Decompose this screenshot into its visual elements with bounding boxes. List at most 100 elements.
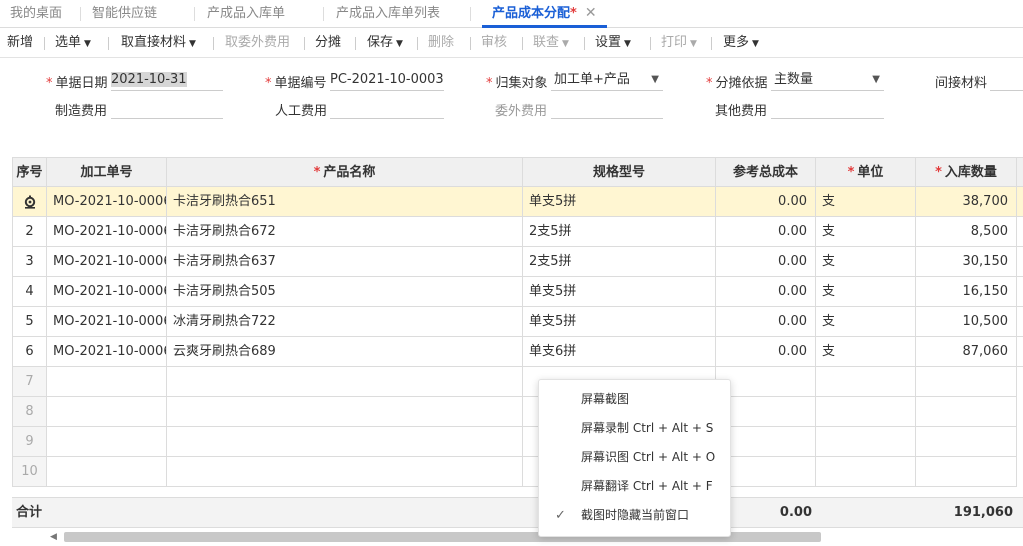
table-cell[interactable]: 0.00 [716, 247, 816, 277]
table-cell[interactable]: 2支5拼 [523, 217, 716, 247]
labor-field[interactable] [330, 99, 444, 119]
table-cell[interactable]: 0.00 [716, 187, 816, 217]
tab-product-cost-allocation[interactable]: 产品成本分配* ✕ [482, 0, 607, 28]
table-cell[interactable]: 0.00 [716, 307, 816, 337]
table-cell[interactable]: MO-2021-10-0006 [47, 277, 167, 307]
row-settings-icon[interactable] [12, 187, 47, 217]
table-cell[interactable] [916, 367, 1017, 397]
table-cell[interactable]: MO-2021-10-0006 [47, 247, 167, 277]
table-cell[interactable]: 支 [816, 337, 916, 367]
table-cell[interactable]: 支 [816, 217, 916, 247]
menu-item-screen-record[interactable]: 屏幕录制 Ctrl + Alt + S [539, 414, 732, 443]
table-cell[interactable]: 卡洁牙刷热合651 [167, 187, 523, 217]
fetch-outsourcing-fee-button[interactable]: 取委外费用 [225, 28, 290, 58]
table-cell[interactable]: 8,500 [916, 217, 1017, 247]
table-cell[interactable] [47, 397, 167, 427]
table-cell[interactable]: 16,150 [916, 277, 1017, 307]
table-cell[interactable]: 0.00 [716, 277, 816, 307]
basis-select[interactable]: 主数量 ▼ [771, 71, 884, 91]
header-unit[interactable]: * 单位 [816, 157, 916, 187]
menu-item-screen-translate[interactable]: 屏幕翻译 Ctrl + Alt + F [539, 472, 732, 501]
table-cell[interactable] [167, 397, 523, 427]
menu-item-hide-window[interactable]: ✓ 截图时隐藏当前窗口 [539, 501, 732, 530]
table-cell[interactable] [816, 367, 916, 397]
table-cell[interactable]: 10,500 [916, 307, 1017, 337]
table-cell[interactable]: 云爽牙刷热合689 [167, 337, 523, 367]
table-cell[interactable]: 卡洁牙刷热合637 [167, 247, 523, 277]
table-cell[interactable] [167, 457, 523, 487]
table-cell[interactable] [47, 427, 167, 457]
table-cell[interactable]: 2支5拼 [523, 247, 716, 277]
fetch-direct-material-button[interactable]: 取直接材料 ▼ [121, 28, 196, 58]
table-cell[interactable] [916, 457, 1017, 487]
collect-select[interactable]: 加工单+产品 ▼ [551, 71, 663, 91]
save-button[interactable]: 保存 ▼ [367, 28, 403, 58]
horizontal-scrollbar[interactable]: ◀ [48, 530, 1023, 544]
number-field[interactable]: PC-2021-10-0003 [330, 71, 444, 91]
settings-button[interactable]: 设置 ▼ [595, 28, 631, 58]
tab-finished-goods-receipt-list[interactable]: 产成品入库单列表 [336, 0, 440, 28]
table-cell[interactable]: MO-2021-10-0006 [47, 307, 167, 337]
table-cell[interactable]: 支 [816, 247, 916, 277]
table-cell[interactable]: 38,700 [916, 187, 1017, 217]
toolbar-divider [522, 37, 523, 50]
new-button[interactable]: 新增 [7, 28, 33, 58]
table-cell[interactable]: 冰清牙刷热合722 [167, 307, 523, 337]
close-icon[interactable]: ✕ [585, 5, 597, 21]
table-cell[interactable]: 卡洁牙刷热合672 [167, 217, 523, 247]
query-button[interactable]: 联查 ▼ [533, 28, 569, 58]
table-cell[interactable]: 87,060 [916, 337, 1017, 367]
table-cell[interactable]: MO-2021-10-0006 [47, 217, 167, 247]
table-cell[interactable]: 单支6拼 [523, 337, 716, 367]
print-button[interactable]: 打印 ▼ [661, 28, 697, 58]
table-cell[interactable] [47, 367, 167, 397]
indirect-material-field[interactable] [990, 71, 1023, 91]
table-cell[interactable]: 支 [816, 187, 916, 217]
date-field[interactable]: 2021-10-31 [111, 71, 223, 91]
table-cell[interactable] [916, 427, 1017, 457]
save-label: 保存 [367, 35, 394, 50]
table-cell[interactable]: 支 [816, 277, 916, 307]
table-cell[interactable]: 单支5拼 [523, 187, 716, 217]
table-cell[interactable]: 卡洁牙刷热合505 [167, 277, 523, 307]
row-index: 10 [12, 457, 47, 487]
outsourcing-field[interactable] [551, 99, 663, 119]
table-cell[interactable]: 单支5拼 [523, 307, 716, 337]
table-cell[interactable] [816, 427, 916, 457]
scroll-left-icon[interactable]: ◀ [50, 530, 57, 544]
toolbar-divider [417, 37, 418, 50]
manufacturing-field[interactable] [111, 99, 223, 119]
table-cell[interactable] [167, 367, 523, 397]
table-cell[interactable]: 0.00 [716, 217, 816, 247]
header-ref-cost[interactable]: 参考总成本 [716, 157, 816, 187]
tab-finished-goods-receipt[interactable]: 产成品入库单 [207, 0, 285, 28]
more-button[interactable]: 更多 ▼ [723, 28, 759, 58]
table-cell[interactable]: 30,150 [916, 247, 1017, 277]
tab-smart-supply-chain[interactable]: 智能供应链 [92, 0, 157, 28]
table-cell[interactable] [47, 457, 167, 487]
table-cell[interactable]: MO-2021-10-0006 [47, 337, 167, 367]
allocate-button[interactable]: 分摊 [315, 28, 341, 58]
table-cell[interactable] [816, 457, 916, 487]
table-cell[interactable]: 0.00 [716, 337, 816, 367]
table-cell[interactable] [916, 397, 1017, 427]
menu-item-screen-ocr[interactable]: 屏幕识图 Ctrl + Alt + O [539, 443, 732, 472]
tab-my-desktop[interactable]: 我的桌面 [10, 0, 62, 28]
fetch-outsourcing-fee-label: 取委外费用 [225, 35, 291, 50]
header-spec[interactable]: 规格型号 [523, 157, 716, 187]
delete-button[interactable]: 删除 [428, 28, 454, 58]
audit-button[interactable]: 审核 [481, 28, 507, 58]
table-cell[interactable] [816, 397, 916, 427]
header-product[interactable]: * 产品名称 [167, 157, 523, 187]
row-index: 8 [12, 397, 47, 427]
header-qty[interactable]: * 入库数量 [916, 157, 1017, 187]
table-cell[interactable]: MO-2021-10-0006 [47, 187, 167, 217]
other-field[interactable] [771, 99, 884, 119]
table-cell[interactable]: 支 [816, 307, 916, 337]
header-index[interactable]: 序号 [12, 157, 47, 187]
table-cell[interactable]: 单支5拼 [523, 277, 716, 307]
table-cell[interactable] [167, 427, 523, 457]
select-doc-button[interactable]: 选单 ▼ [55, 28, 91, 58]
header-work-order[interactable]: 加工单号 [47, 157, 167, 187]
menu-item-screenshot[interactable]: 屏幕截图 [539, 385, 732, 414]
